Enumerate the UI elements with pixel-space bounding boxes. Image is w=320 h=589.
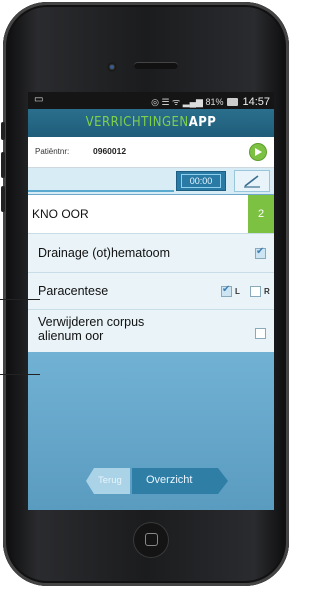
list-item-paracentese[interactable]: Paracentese L R xyxy=(28,272,274,309)
timer-row: 00:00 xyxy=(28,168,274,194)
back-button[interactable]: Terug xyxy=(86,468,130,494)
overview-button[interactable]: Overzicht xyxy=(132,468,228,494)
left-label: L xyxy=(235,287,240,296)
list-item-drainage[interactable]: Drainage (ot)hematoom xyxy=(28,233,274,272)
item-label-line1: Verwijderen corpus xyxy=(38,315,145,329)
pencil-icon xyxy=(244,175,260,188)
home-button[interactable] xyxy=(133,522,169,558)
app-title-part2: APP xyxy=(188,115,217,130)
section-header[interactable]: KNO OOR 2 xyxy=(28,195,274,233)
back-button-label: Terug xyxy=(98,475,122,486)
item-label-line2: alienum oor xyxy=(38,329,104,343)
battery-icon xyxy=(227,97,239,106)
app-title: VERRICHTINGENAPP xyxy=(86,115,217,130)
verwijderen-checkbox[interactable] xyxy=(255,328,266,339)
status-bar: ▭ ◎ ☰ ᯤ ▂▄▆ 81% 14:57 xyxy=(28,92,274,109)
leader-line-lower xyxy=(0,374,40,375)
screenshot-icon: ▭ xyxy=(34,94,44,105)
clock: 14:57 xyxy=(242,95,270,108)
front-camera xyxy=(107,62,117,72)
paracentese-left-checkbox[interactable] xyxy=(221,284,232,297)
app-screen: ▭ ◎ ☰ ᯤ ▂▄▆ 81% 14:57 VERRICHTINGENAPP P… xyxy=(28,92,274,510)
section-name: KNO OOR xyxy=(32,207,89,221)
edit-button[interactable] xyxy=(234,170,270,192)
volume-up-button xyxy=(1,152,5,178)
overview-button-label: Overzicht xyxy=(146,474,193,486)
timer-value: 00:00 xyxy=(181,174,221,188)
earpiece-speaker xyxy=(134,62,178,69)
play-icon[interactable] xyxy=(250,144,266,160)
patient-number-value: 0960012 xyxy=(93,146,127,156)
app-title-part1: VERRICHTINGEN xyxy=(85,115,189,130)
item-label: Paracentese xyxy=(38,284,109,298)
section-count-badge: 2 xyxy=(248,195,274,233)
app-header: VERRICHTINGENAPP xyxy=(28,109,274,137)
item-label: Drainage (ot)hematoom xyxy=(38,246,171,260)
status-icons: ◎ ☰ ᯤ ▂▄▆ 81% xyxy=(151,97,224,107)
timer-display: 00:00 xyxy=(176,171,226,191)
drainage-checkbox[interactable] xyxy=(255,246,266,259)
list-item-verwijderen[interactable]: Verwijderen corpus alienum oor xyxy=(28,309,274,352)
leader-line-upper xyxy=(0,299,40,300)
patient-row: Patiëntnr: 0960012 xyxy=(28,137,274,168)
right-label: R xyxy=(264,287,270,296)
patient-number-label: Patiëntnr: xyxy=(35,147,70,156)
mute-switch xyxy=(1,122,5,140)
note-input[interactable] xyxy=(28,168,174,192)
volume-down-button xyxy=(1,186,5,212)
paracentese-right-checkbox[interactable] xyxy=(250,286,261,297)
